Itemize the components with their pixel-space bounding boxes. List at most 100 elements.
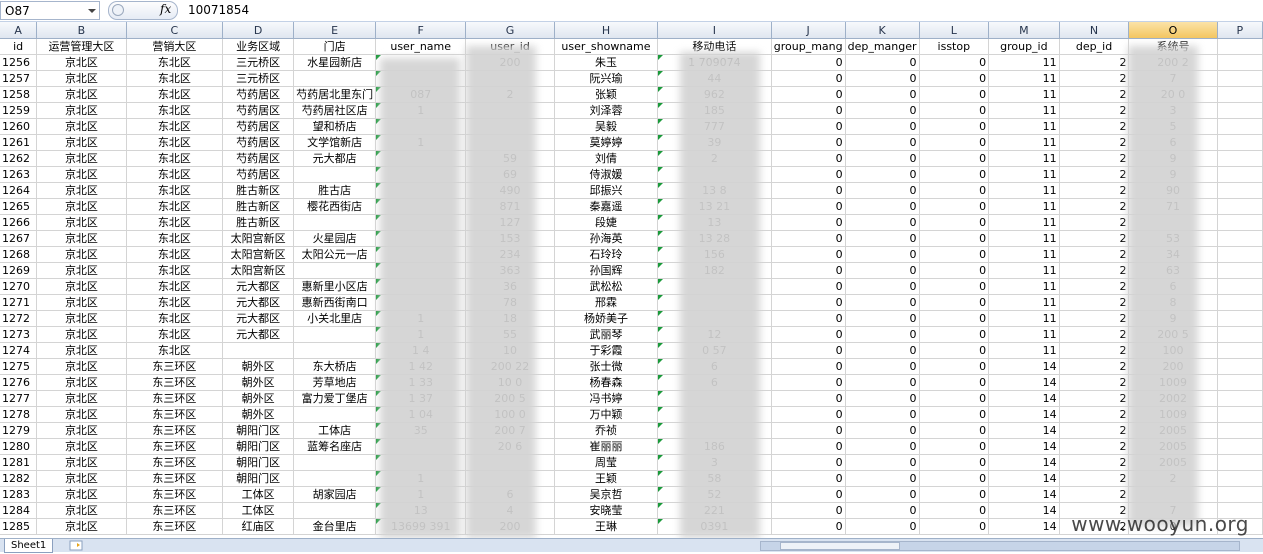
cell-c[interactable]: 东三环区 [126,438,224,455]
cell-m[interactable]: 14 [988,422,1060,439]
cell-b[interactable]: 京北区 [36,454,127,471]
cell-id[interactable]: 1262 [0,150,38,167]
cell-e[interactable] [293,406,377,423]
cell-d[interactable]: 朝外区 [222,390,295,407]
cell-j[interactable]: 0 [771,310,846,327]
cell-k[interactable]: 0 [845,518,920,535]
cell-n[interactable]: 2 [1059,150,1130,167]
cell-d[interactable]: 朝阳门区 [222,454,295,471]
cell-h[interactable]: 侍淑媛 [554,166,659,183]
column-header-a[interactable]: A [0,22,38,39]
cell-m[interactable]: 14 [988,406,1060,423]
formula-cancel-icon[interactable] [112,4,124,16]
cell-c[interactable]: 东北区 [126,230,224,247]
cell-p[interactable] [1217,294,1263,311]
cell-d[interactable]: 朝外区 [222,406,295,423]
cell-m[interactable]: 11 [988,182,1060,199]
cell-e[interactable]: 胡家园店 [293,486,377,503]
cell-n[interactable]: 2 [1059,198,1130,215]
cell-k[interactable]: 0 [845,358,920,375]
field-header-cell[interactable]: group_id [988,38,1060,55]
cell-p[interactable] [1217,246,1263,263]
field-header-cell[interactable]: 业务区域 [222,38,295,55]
field-header-cell[interactable] [1217,38,1263,55]
cell-b[interactable]: 京北区 [36,422,127,439]
cell-m[interactable]: 11 [988,102,1060,119]
cell-j[interactable]: 0 [771,118,846,135]
cell-n[interactable]: 2 [1059,262,1130,279]
cell-h[interactable]: 石玲玲 [554,246,659,263]
cell-c[interactable]: 东三环区 [126,486,224,503]
cell-id[interactable]: 1256 [0,54,38,71]
cell-l[interactable]: 0 [919,486,990,503]
cell-l[interactable]: 0 [919,454,990,471]
cell-k[interactable]: 0 [845,342,920,359]
column-header-f[interactable]: F [375,22,467,39]
cell-e[interactable] [293,454,377,471]
cell-b[interactable]: 京北区 [36,342,127,359]
cell-j[interactable]: 0 [771,326,846,343]
cell-id[interactable]: 1277 [0,390,38,407]
cell-e[interactable]: 太阳公元一店 [293,246,377,263]
cell-l[interactable]: 0 [919,118,990,135]
cell-h[interactable]: 张颖 [554,86,659,103]
cell-d[interactable]: 三元桥区 [222,54,295,71]
horizontal-scroll-thumb[interactable] [780,542,900,550]
cell-b[interactable]: 京北区 [36,166,127,183]
cell-e[interactable]: 胜古店 [293,182,377,199]
cell-k[interactable]: 0 [845,214,920,231]
cell-m[interactable]: 14 [988,470,1060,487]
cell-n[interactable]: 2 [1059,214,1130,231]
cell-k[interactable]: 0 [845,262,920,279]
cell-j[interactable]: 0 [771,502,846,519]
cell-id[interactable]: 1264 [0,182,38,199]
cell-d[interactable]: 元大都区 [222,326,295,343]
cell-e[interactable]: 小关北里店 [293,310,377,327]
cell-l[interactable]: 0 [919,278,990,295]
cell-n[interactable]: 2 [1059,438,1130,455]
cell-p[interactable] [1217,150,1263,167]
cell-k[interactable]: 0 [845,102,920,119]
cell-j[interactable]: 0 [771,246,846,263]
cell-p[interactable] [1217,198,1263,215]
cell-id[interactable]: 1278 [0,406,38,423]
cell-l[interactable]: 0 [919,150,990,167]
cell-h[interactable]: 张士微 [554,358,659,375]
cell-b[interactable]: 京北区 [36,326,127,343]
cell-j[interactable]: 0 [771,470,846,487]
cell-m[interactable]: 11 [988,86,1060,103]
cell-m[interactable]: 14 [988,486,1060,503]
cell-m[interactable]: 11 [988,166,1060,183]
cell-b[interactable]: 京北区 [36,358,127,375]
cell-b[interactable]: 京北区 [36,246,127,263]
cell-m[interactable]: 11 [988,118,1060,135]
cell-j[interactable]: 0 [771,198,846,215]
cell-n[interactable]: 2 [1059,454,1130,471]
cell-m[interactable]: 11 [988,262,1060,279]
cell-n[interactable]: 2 [1059,326,1130,343]
cell-d[interactable]: 芍药居区 [222,134,295,151]
cell-d[interactable]: 朝外区 [222,374,295,391]
cell-c[interactable]: 东三环区 [126,470,224,487]
cell-d[interactable]: 朝阳门区 [222,422,295,439]
cell-d[interactable]: 芍药居区 [222,86,295,103]
cell-id[interactable]: 1285 [0,518,38,535]
cell-k[interactable]: 0 [845,470,920,487]
cell-id[interactable]: 1265 [0,198,38,215]
cell-k[interactable]: 0 [845,374,920,391]
cell-d[interactable]: 芍药居区 [222,150,295,167]
cell-p[interactable] [1217,486,1263,503]
cell-e[interactable]: 芍药居北里东门 [293,86,377,103]
cell-id[interactable]: 1284 [0,502,38,519]
cell-b[interactable]: 京北区 [36,438,127,455]
cell-n[interactable]: 2 [1059,230,1130,247]
cell-j[interactable]: 0 [771,342,846,359]
cell-k[interactable]: 0 [845,502,920,519]
cell-n[interactable]: 2 [1059,166,1130,183]
cell-m[interactable]: 14 [988,454,1060,471]
cell-k[interactable]: 0 [845,166,920,183]
cell-l[interactable]: 0 [919,518,990,535]
cell-m[interactable]: 11 [988,198,1060,215]
column-header-c[interactable]: C [126,22,224,39]
cell-m[interactable]: 11 [988,214,1060,231]
